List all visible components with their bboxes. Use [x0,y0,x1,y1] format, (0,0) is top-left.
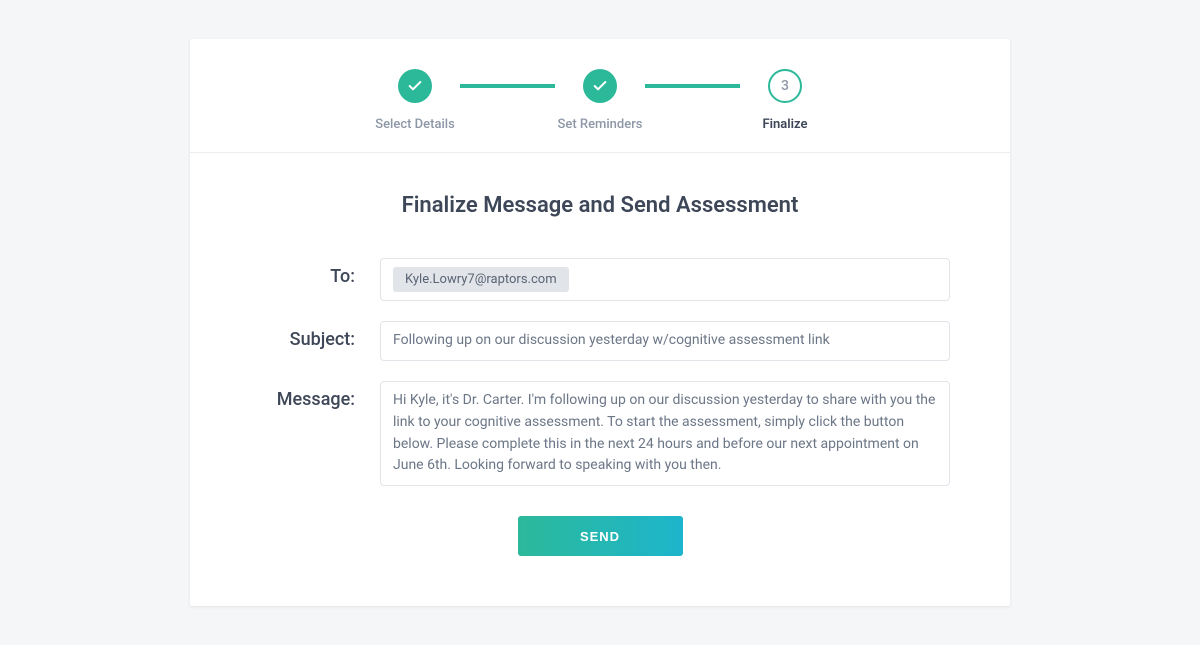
to-row: To: Kyle.Lowry7@raptors.com [250,258,950,302]
recipient-chip[interactable]: Kyle.Lowry7@raptors.com [393,267,569,293]
stepper: Select Details Set Reminders 3 Finalize [190,39,1010,153]
finalize-card: Select Details Set Reminders 3 Finalize … [190,39,1010,606]
step-finalize[interactable]: 3 Finalize [740,69,830,132]
subject-row: Subject: Following up on our discussion … [250,321,950,361]
page-title: Finalize Message and Send Assessment [250,193,950,218]
to-field[interactable]: Kyle.Lowry7@raptors.com [380,258,950,302]
stepper-connector [645,84,740,88]
check-icon [398,69,432,103]
subject-label: Subject: [250,321,380,350]
check-icon [583,69,617,103]
content-area: Finalize Message and Send Assessment To:… [190,153,1010,606]
message-row: Message: Hi Kyle, it's Dr. Carter. I'm f… [250,381,950,486]
step-label: Select Details [375,117,455,132]
message-label: Message: [250,381,380,410]
to-label: To: [250,258,380,287]
message-field[interactable]: Hi Kyle, it's Dr. Carter. I'm following … [380,381,950,486]
step-select-details[interactable]: Select Details [370,69,460,132]
step-label: Finalize [763,117,808,132]
send-button[interactable]: SEND [518,516,683,556]
step-label: Set Reminders [558,117,643,132]
subject-field[interactable]: Following up on our discussion yesterday… [380,321,950,361]
step-number-icon: 3 [768,69,802,103]
step-set-reminders[interactable]: Set Reminders [555,69,645,132]
stepper-connector [460,84,555,88]
